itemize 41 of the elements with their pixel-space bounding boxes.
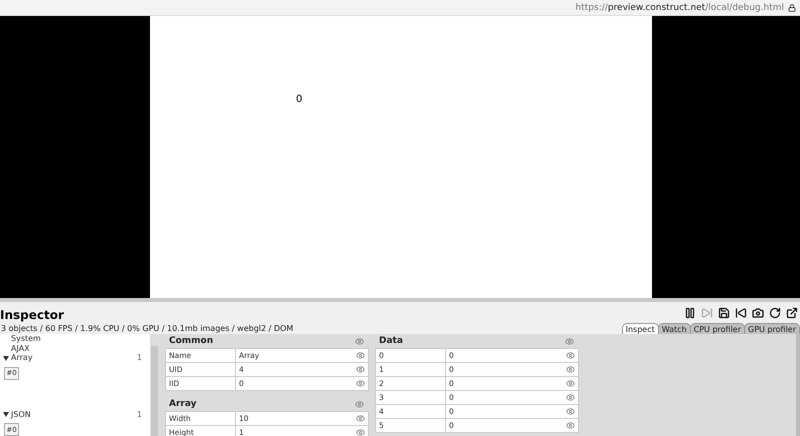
- reload-icon[interactable]: [769, 307, 781, 319]
- expanded-triangle-icon[interactable]: [3, 411, 9, 418]
- tab[interactable]: Inspect: [622, 323, 659, 335]
- game-text: 0: [296, 94, 302, 105]
- lock-icon: [788, 4, 796, 12]
- tree-item[interactable]: AJAX: [11, 344, 30, 353]
- tree-item[interactable]: Array: [11, 353, 33, 362]
- pause-icon[interactable]: [684, 307, 696, 319]
- eye-icon[interactable]: [355, 336, 364, 346]
- popout-icon[interactable]: [786, 307, 798, 319]
- tab[interactable]: Watch: [658, 323, 691, 335]
- eye-icon[interactable]: [566, 351, 575, 360]
- tree-item[interactable]: JSON: [11, 410, 31, 419]
- eye-icon[interactable]: [566, 421, 575, 430]
- url-text[interactable]: https://preview.construct.net/local/debug.html: [576, 2, 784, 12]
- section-title: Data: [379, 336, 403, 346]
- eye-icon[interactable]: [356, 351, 365, 360]
- expanded-triangle-icon[interactable]: [3, 354, 9, 361]
- eye-icon[interactable]: [565, 336, 574, 346]
- tab[interactable]: GPU profiler: [744, 323, 800, 335]
- eye-icon[interactable]: [566, 365, 575, 374]
- scrollbar[interactable]: [796, 334, 800, 436]
- eye-icon[interactable]: [356, 365, 365, 374]
- eye-icon[interactable]: [566, 393, 575, 402]
- eye-icon[interactable]: [355, 400, 364, 408]
- section-title: Array: [169, 399, 197, 409]
- inspector-title: Inspector: [0, 308, 65, 322]
- eye-icon[interactable]: [356, 379, 365, 388]
- instance-count: 1: [136, 353, 142, 362]
- eye-icon[interactable]: [356, 428, 365, 436]
- eye-icon[interactable]: [566, 407, 575, 416]
- instance-count: 1: [136, 410, 142, 419]
- screenshot-icon[interactable]: [752, 307, 764, 319]
- save-icon[interactable]: [718, 307, 730, 319]
- eye-icon[interactable]: [566, 379, 575, 388]
- scrollbar[interactable]: [150, 334, 159, 436]
- eye-icon[interactable]: [356, 414, 365, 423]
- section-title: Common: [169, 336, 214, 346]
- stats-text: 3 objects / 60 FPS / 1.9% CPU / 0% GPU / 10.1mb images / webgl2 / DOM: [1, 324, 294, 333]
- tree-item[interactable]: System: [11, 334, 41, 344]
- restart-icon[interactable]: [735, 307, 747, 319]
